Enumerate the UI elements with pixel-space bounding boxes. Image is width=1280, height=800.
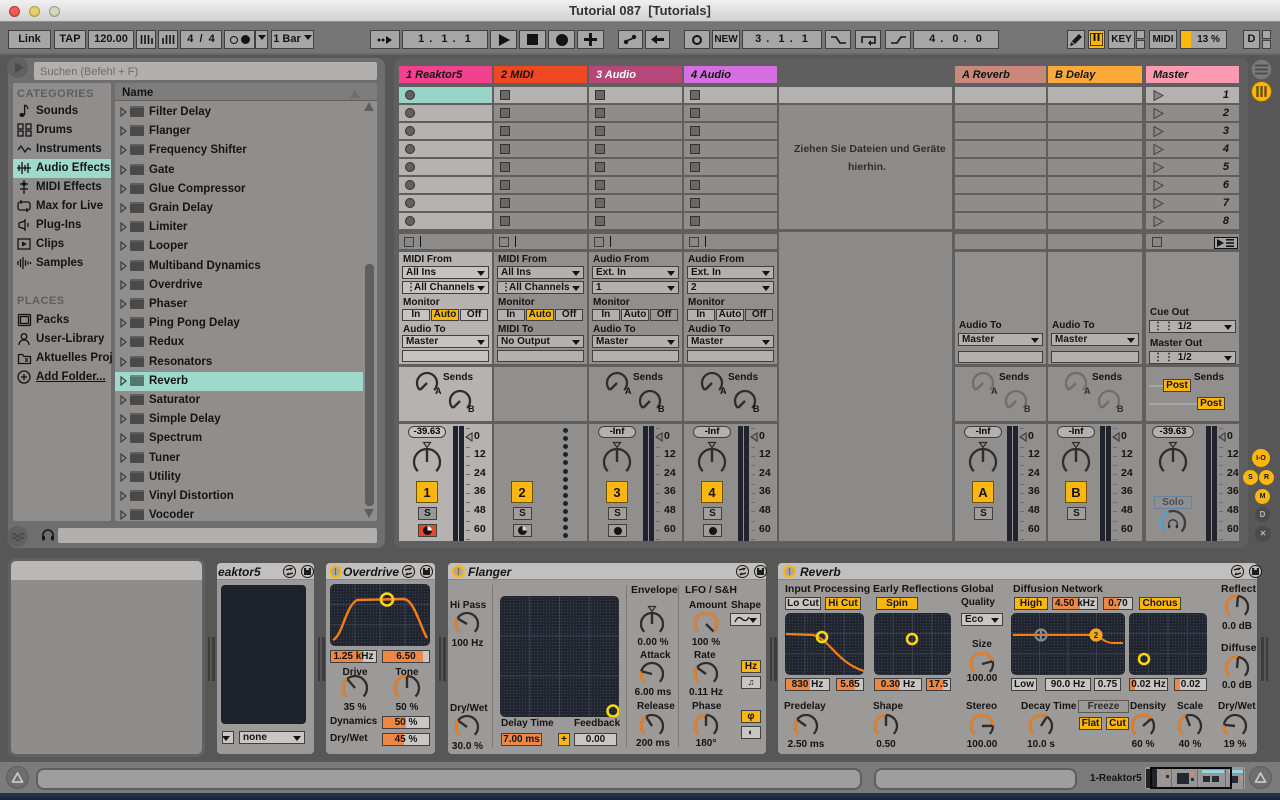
svg-text:2: 2 — [1094, 631, 1099, 640]
